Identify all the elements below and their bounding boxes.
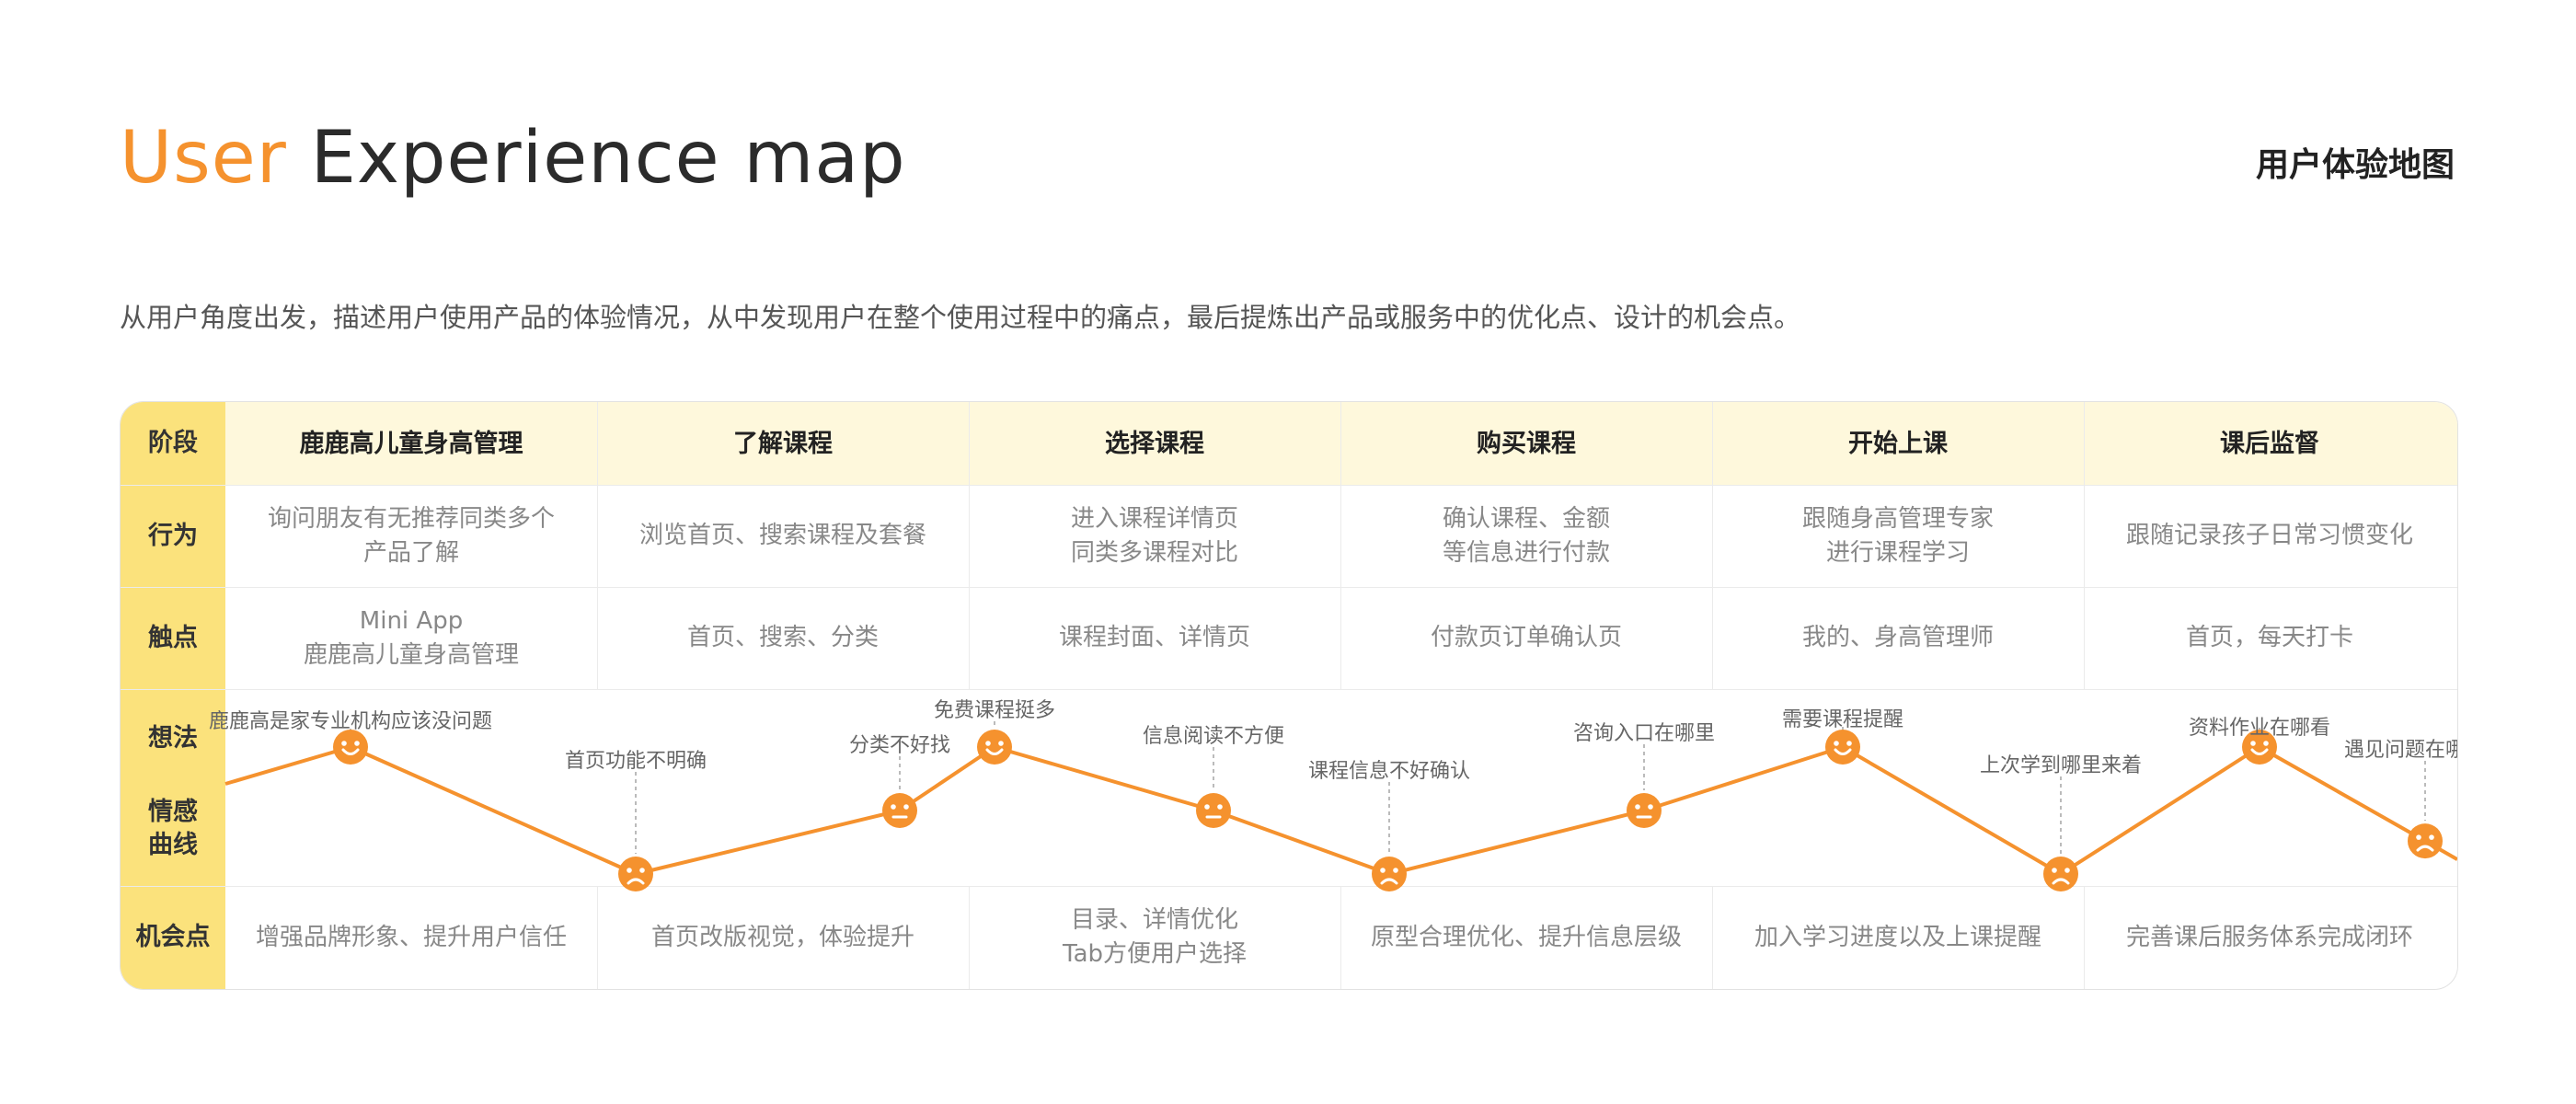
- page-title: User Experience map: [120, 109, 906, 208]
- thought-label: 需要课程提醒: [1781, 708, 1904, 731]
- page-subtitle: 用户体验地图: [2255, 146, 2455, 184]
- sad-face-icon: [618, 857, 653, 891]
- emotion-curve-chart: [224, 721, 2457, 891]
- thought-label: 免费课程挺多: [933, 699, 1056, 722]
- neutral-face-icon: [1196, 793, 1231, 828]
- thought-label: 信息阅读不方便: [1142, 725, 1285, 748]
- thought-label: 遇见问题在哪提问: [2343, 739, 2457, 762]
- happy-face-icon: [977, 730, 1012, 765]
- thought-label: 鹿鹿高是家专业机构应该没问题: [208, 710, 493, 733]
- thought-label: 课程信息不好确认: [1307, 760, 1471, 783]
- happy-face-icon: [1825, 730, 1860, 765]
- title-rest: Experience map: [286, 117, 906, 200]
- experience-map-table: 阶段 行为 触点 想法 情感 曲线 机会点 鹿鹿高儿童身高管理 询问朋友有无推荐同…: [120, 401, 2458, 990]
- neutral-face-icon: [882, 793, 917, 828]
- thought-label: 资料作业在哪看: [2188, 717, 2331, 740]
- happy-face-icon: [333, 730, 368, 765]
- title-accent: User: [120, 117, 287, 200]
- sad-face-icon: [1372, 857, 1407, 891]
- sad-face-icon: [2043, 857, 2078, 891]
- sad-face-icon: [2408, 823, 2443, 859]
- thought-label: 上次学到哪里来着: [1979, 754, 2143, 777]
- thought-label: 首页功能不明确: [564, 750, 707, 773]
- thought-label: 分类不好找: [848, 734, 951, 757]
- page-description: 从用户角度出发，描述用户使用产品的体验情况，从中发现用户在整个使用过程中的痛点，…: [120, 302, 1801, 333]
- neutral-face-icon: [1627, 793, 1662, 828]
- thought-label: 咨询入口在哪里: [1572, 722, 1716, 745]
